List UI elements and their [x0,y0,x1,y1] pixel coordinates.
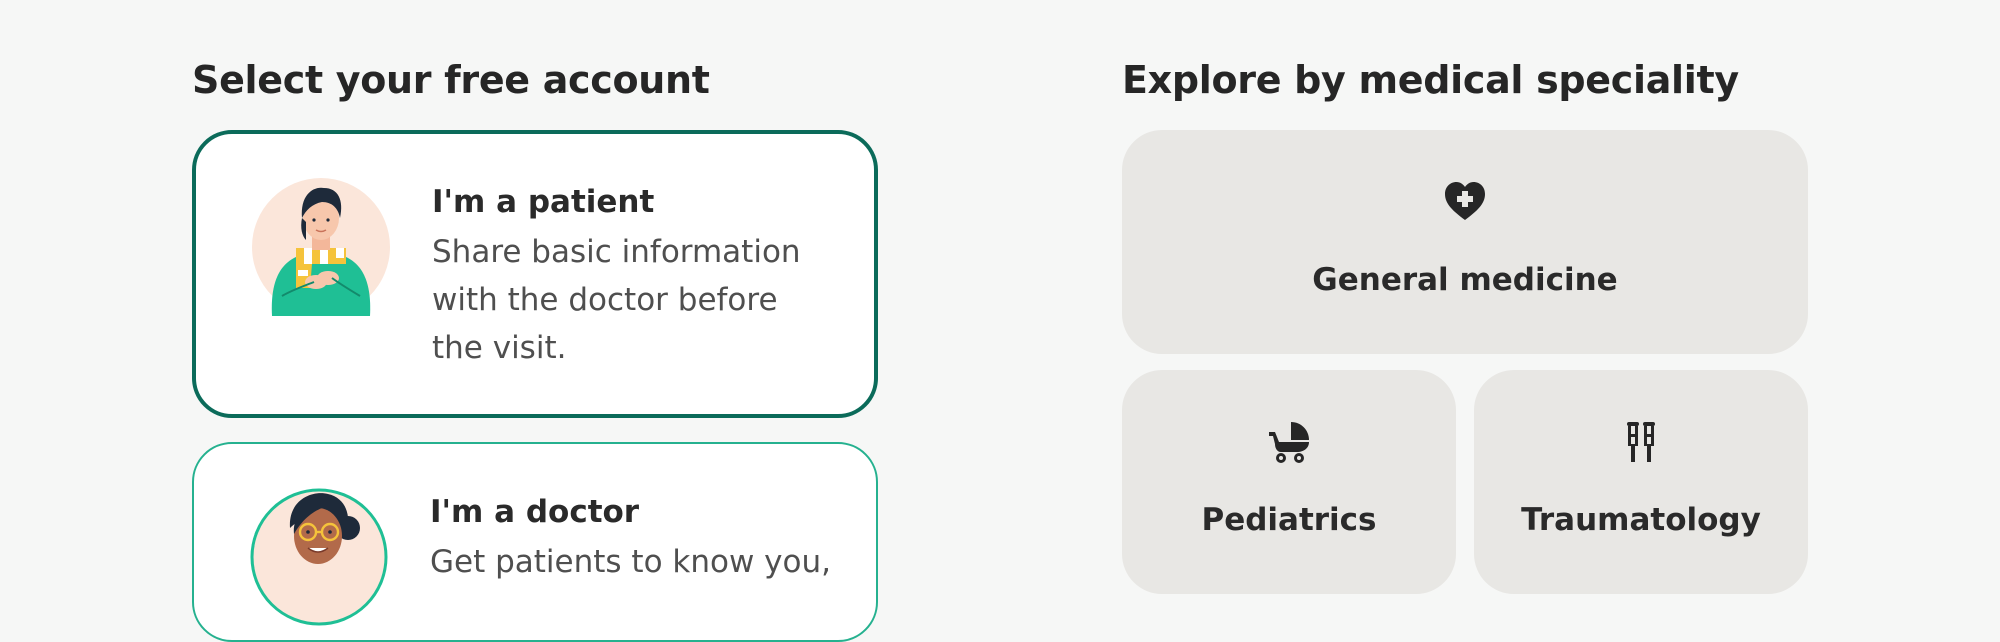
speciality-label: Traumatology [1521,502,1761,538]
doctor-account-card[interactable]: I'm a doctor Get patients to know you, [192,442,878,642]
account-section-title: Select your free account [192,58,710,102]
crutches-icon [1627,422,1655,462]
speciality-tile-pediatrics[interactable]: Pediatrics [1122,370,1456,594]
patient-card-description: Share basic information with the doctor … [432,234,801,366]
speciality-label: Pediatrics [1201,502,1377,538]
speciality-label: General medicine [1312,262,1618,298]
doctor-card-text: I'm a doctor Get patients to know you, [430,494,836,586]
speciality-tile-general-medicine[interactable]: General medicine [1122,130,1808,354]
patient-card-text: I'm a patient Share basic information wi… [432,184,834,372]
doctor-card-title: I'm a doctor [430,494,640,530]
patient-avatar-illustration [252,178,390,316]
speciality-tile-traumatology[interactable]: Traumatology [1474,370,1808,594]
doctor-avatar-illustration [250,488,388,626]
patient-account-card[interactable]: I'm a patient Share basic information wi… [192,130,878,418]
patient-card-title: I'm a patient [432,184,655,220]
speciality-section-title: Explore by medical speciality [1122,58,1739,102]
baby-stroller-icon [1269,422,1309,463]
heart-plus-icon [1445,182,1485,220]
doctor-card-description: Get patients to know you, [430,544,831,580]
